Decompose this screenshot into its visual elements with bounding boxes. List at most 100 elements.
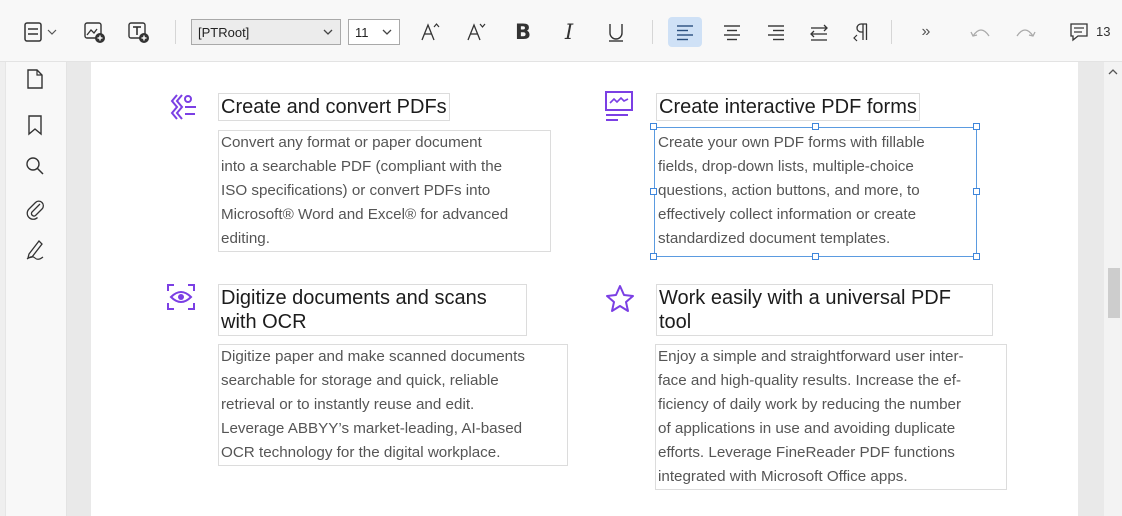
text-direction-icon [810,24,828,41]
align-right-icon [768,25,784,41]
toolbar-separator [652,20,653,44]
toolbar-separator [891,20,892,44]
font-name-value: [PTRoot] [198,24,250,40]
resize-handle[interactable] [973,188,980,195]
body-line: ISO specifications) or convert PDFs into [221,182,491,199]
body-line: editing. [221,230,270,247]
italic-button[interactable]: I [555,17,583,47]
form-icon [605,91,633,121]
feature-title-convert[interactable]: Create and convert PDFs [218,93,450,121]
italic-icon: I [564,20,574,44]
pages-button[interactable] [24,68,46,90]
chevron-down-icon [382,29,392,35]
resize-handle[interactable] [812,123,819,130]
search-button[interactable] [24,155,46,177]
body-line: of applications in use and avoiding dupl… [658,420,956,437]
star-icon [606,285,634,312]
paragraph-button[interactable] [848,17,876,47]
redo-icon [1016,29,1036,37]
attachments-icon [26,200,44,220]
align-right-button[interactable] [762,17,790,47]
feature-title-universal[interactable]: Work easily with a universal PDF tool [656,284,993,336]
underline-button[interactable] [602,17,630,47]
body-line: Leverage ABBYY’s market-leading, AI-base… [221,420,523,437]
align-left-button[interactable] [668,17,702,47]
undo-button[interactable] [966,17,996,47]
title-line: Digitize documents and scans [221,287,487,309]
underline-icon [609,24,623,42]
chevron-down-icon [323,29,333,35]
increase-font-icon [421,23,440,41]
insert-text-icon [128,22,149,43]
toolbar-separator [175,20,176,44]
undo-icon [970,29,990,37]
increase-font-button[interactable] [416,17,444,47]
body-line: integrated with Microsoft Office apps. [658,468,908,485]
bookmarks-button[interactable] [24,114,46,136]
scroll-thumb[interactable] [1108,268,1120,318]
feature-body-convert[interactable]: Convert any format or paper document int… [218,130,551,252]
align-center-button[interactable] [718,17,746,47]
bookmarks-icon [28,115,42,136]
toolbar: [PTRoot] 11 B I » 13 [0,0,1122,62]
text-direction-button[interactable] [805,17,833,47]
left-sidebar [0,62,67,516]
body-line: Digitize paper and make scanned document… [221,348,525,365]
redo-button[interactable] [1010,17,1040,47]
insert-image-button[interactable] [80,17,110,47]
body-line: into a searchable PDF (compliant with th… [221,158,503,175]
body-line: searchable for storage and quick, reliab… [221,372,499,389]
font-name-select[interactable]: [PTRoot] [191,19,341,45]
signatures-icon [26,240,44,260]
title-line: with OCR [221,311,307,333]
more-icon: » [921,23,931,40]
body-line: Convert any format or paper document [221,134,482,151]
paragraph-icon [853,23,868,42]
feature-title-forms[interactable]: Create interactive PDF forms [656,93,920,121]
body-line: OCR technology for the digital workplace… [221,444,501,461]
feature-body-ocr[interactable]: Digitize paper and make scanned document… [218,344,568,466]
title-line: tool [659,311,692,333]
signatures-button[interactable] [24,238,46,260]
decrease-font-icon [467,23,486,41]
convert-icon [170,94,196,120]
resize-handle[interactable] [650,253,657,260]
body-line: face and high-quality results. Increase … [658,372,962,389]
pages-icon [27,69,43,89]
body-line: retrieval or to instantly reuse and edit… [221,396,475,413]
selection-frame[interactable] [654,127,977,257]
font-size-select[interactable]: 11 [348,19,400,45]
search-icon [26,157,44,175]
resize-handle[interactable] [650,188,657,195]
insert-image-icon [84,22,105,43]
align-center-icon [724,25,740,41]
decrease-font-button[interactable] [462,17,490,47]
body-line: Microsoft® Word and Excel® for advanced [221,206,509,223]
comments-icon [1070,23,1088,42]
bold-button[interactable]: B [509,17,537,47]
body-line: efforts. Leverage FineReader PDF functio… [658,444,955,461]
vertical-scrollbar[interactable] [1104,62,1122,516]
resize-handle[interactable] [650,123,657,130]
title-line: Work easily with a universal PDF [659,287,951,309]
resize-handle[interactable] [812,253,819,260]
sidebar-edge [0,62,6,516]
resize-handle[interactable] [973,253,980,260]
bold-icon: B [514,20,531,44]
ocr-eye-icon [167,284,195,310]
body-line: Enjoy a simple and straightforward user … [658,348,964,365]
comment-count[interactable]: 13 [1096,24,1110,39]
attachments-button[interactable] [24,198,46,220]
scroll-up-icon [1108,69,1118,75]
insert-text-button[interactable] [124,17,154,47]
page-layout-dropdown[interactable] [22,17,62,47]
more-button[interactable]: » [914,17,938,47]
resize-handle[interactable] [973,123,980,130]
feature-body-universal[interactable]: Enjoy a simple and straightforward user … [655,344,1007,490]
comments-button[interactable] [1066,17,1092,47]
page-layout-icon [24,22,57,42]
feature-title-ocr[interactable]: Digitize documents and scans with OCR [218,284,527,336]
align-left-icon [677,25,693,41]
font-size-value: 11 [355,24,369,40]
body-line: ficiency of daily work by reducing the n… [658,396,962,413]
